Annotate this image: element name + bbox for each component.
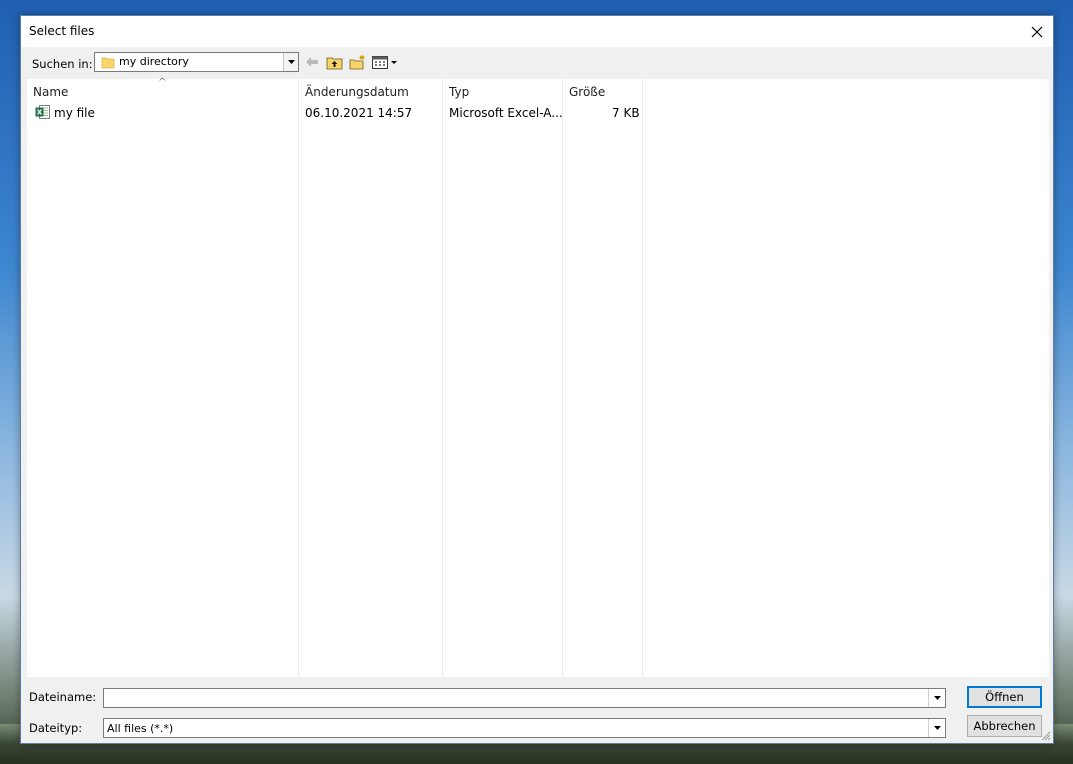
column-divider [298, 79, 299, 677]
toolbar: Suchen in: my directory [21, 47, 1053, 79]
file-name: my file [54, 106, 95, 120]
chevron-down-icon[interactable] [283, 53, 298, 71]
filename-label: Dateiname: [29, 690, 97, 704]
excel-file-icon [35, 105, 50, 119]
file-size: 7 KB [612, 106, 640, 120]
file-modified: 06.10.2021 14:57 [305, 106, 413, 120]
close-button[interactable] [1021, 16, 1053, 47]
column-header-modified[interactable]: Änderungsdatum [305, 85, 409, 99]
column-divider [562, 79, 563, 677]
look-in-label: Suchen in: [32, 57, 93, 71]
file-row[interactable]: my file 06.10.2021 14:57 Microsoft Excel… [27, 103, 647, 121]
file-dialog: Select files Suchen in: my directory ^ N… [20, 15, 1054, 744]
look-in-dropdown[interactable]: my directory [94, 52, 299, 72]
back-button[interactable] [304, 54, 320, 70]
view-menu-icon [371, 55, 397, 69]
new-folder-icon [349, 54, 364, 69]
filetype-value: All files (*.*) [107, 722, 174, 735]
filetype-label: Dateityp: [29, 721, 83, 735]
resize-grip-icon[interactable] [1041, 731, 1051, 741]
filetype-dropdown[interactable]: All files (*.*) [103, 718, 946, 738]
view-menu-button[interactable] [371, 54, 399, 70]
look-in-value: my directory [119, 55, 189, 68]
title-bar: Select files [21, 16, 1053, 47]
column-divider [642, 79, 643, 677]
folder-icon [101, 57, 115, 69]
file-list: ^ Name Änderungsdatum Typ Größe my file … [27, 77, 1049, 677]
open-button[interactable]: Öffnen [967, 686, 1042, 708]
window-title: Select files [29, 24, 95, 38]
sort-ascending-icon: ^ [158, 77, 167, 88]
column-header-name[interactable]: Name [33, 85, 68, 99]
close-icon [1031, 26, 1043, 37]
cancel-button[interactable]: Abbrechen [967, 715, 1042, 737]
column-divider [442, 79, 443, 677]
file-type: Microsoft Excel-A... [449, 106, 563, 120]
column-header-type[interactable]: Typ [449, 85, 469, 99]
back-arrow-icon [306, 57, 318, 67]
filename-input[interactable] [103, 688, 946, 708]
new-folder-button[interactable] [348, 54, 366, 70]
chevron-down-icon[interactable] [928, 719, 945, 737]
chevron-down-icon[interactable] [928, 689, 945, 707]
up-folder-icon [326, 57, 342, 69]
up-folder-button[interactable] [325, 54, 343, 70]
column-header-size[interactable]: Größe [569, 85, 605, 99]
